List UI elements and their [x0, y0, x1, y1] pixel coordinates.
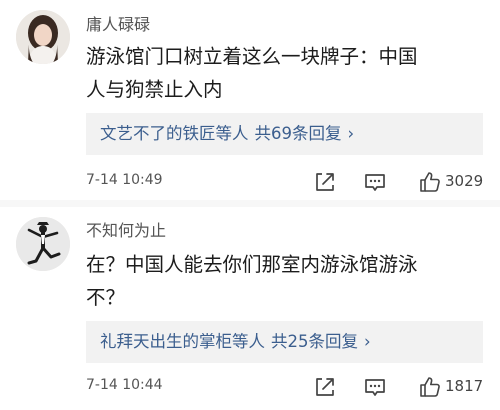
reply-count: 共25条回复	[271, 332, 358, 351]
chevron-right-icon: ›	[364, 332, 371, 351]
comment-line: 在？中国人能去你们那室内游泳馆游泳	[86, 253, 418, 276]
thumbs-up-icon[interactable]	[418, 375, 442, 399]
user-avatar[interactable]	[16, 10, 70, 64]
reply-user-link[interactable]: 礼拜天出生的掌柜	[100, 332, 232, 351]
reply-suffix: 等人	[232, 332, 265, 351]
comment-body: 游泳馆门口树立着这么一块牌子：中国 人与狗禁止入内	[86, 40, 486, 106]
comment-icon[interactable]	[363, 170, 387, 194]
reply-user-link[interactable]: 文艺不了的铁匠	[100, 124, 216, 143]
comment-item: 庸人碌碌 游泳馆门口树立着这么一块牌子：中国 人与狗禁止入内 文艺不了的铁匠等人…	[0, 0, 500, 200]
reply-suffix: 等人	[215, 124, 249, 143]
comment-username[interactable]: 不知何为止	[86, 217, 166, 241]
avatar-dancer-icon	[16, 217, 70, 271]
comment-item: 不知何为止 在？中国人能去你们那室内游泳馆游泳 不？ 礼拜天出生的掌柜等人 共25…	[0, 207, 500, 410]
comment-line: 人与狗禁止入内	[86, 78, 223, 101]
avatar-woman-icon	[16, 10, 70, 64]
replies-summary-button[interactable]: 礼拜天出生的掌柜等人 共25条回复 ›	[86, 321, 483, 363]
share-icon[interactable]	[313, 375, 337, 399]
comment-meta: 7-14 10:49 3029	[86, 170, 486, 194]
like-count: 1817	[445, 377, 484, 395]
comment-body: 在？中国人能去你们那室内游泳馆游泳 不？	[86, 248, 486, 314]
comment-divider	[0, 200, 500, 207]
reply-count: 共69条回复	[254, 124, 342, 143]
comment-icon[interactable]	[363, 375, 387, 399]
comment-line: 游泳馆门口树立着这么一块牌子：中国	[86, 45, 418, 68]
thumbs-up-icon[interactable]	[418, 170, 442, 194]
comment-timestamp: 7-14 10:44	[86, 377, 163, 393]
chevron-right-icon: ›	[347, 124, 355, 143]
comment-meta: 7-14 10:44 1817	[86, 375, 486, 399]
share-icon[interactable]	[313, 170, 337, 194]
like-count: 3029	[445, 172, 484, 190]
comment-username[interactable]: 庸人碌碌	[86, 11, 150, 35]
comment-timestamp: 7-14 10:49	[86, 172, 163, 188]
comment-line: 不？	[86, 286, 126, 309]
user-avatar[interactable]	[16, 217, 70, 271]
replies-summary-button[interactable]: 文艺不了的铁匠等人 共69条回复 ›	[86, 113, 483, 155]
